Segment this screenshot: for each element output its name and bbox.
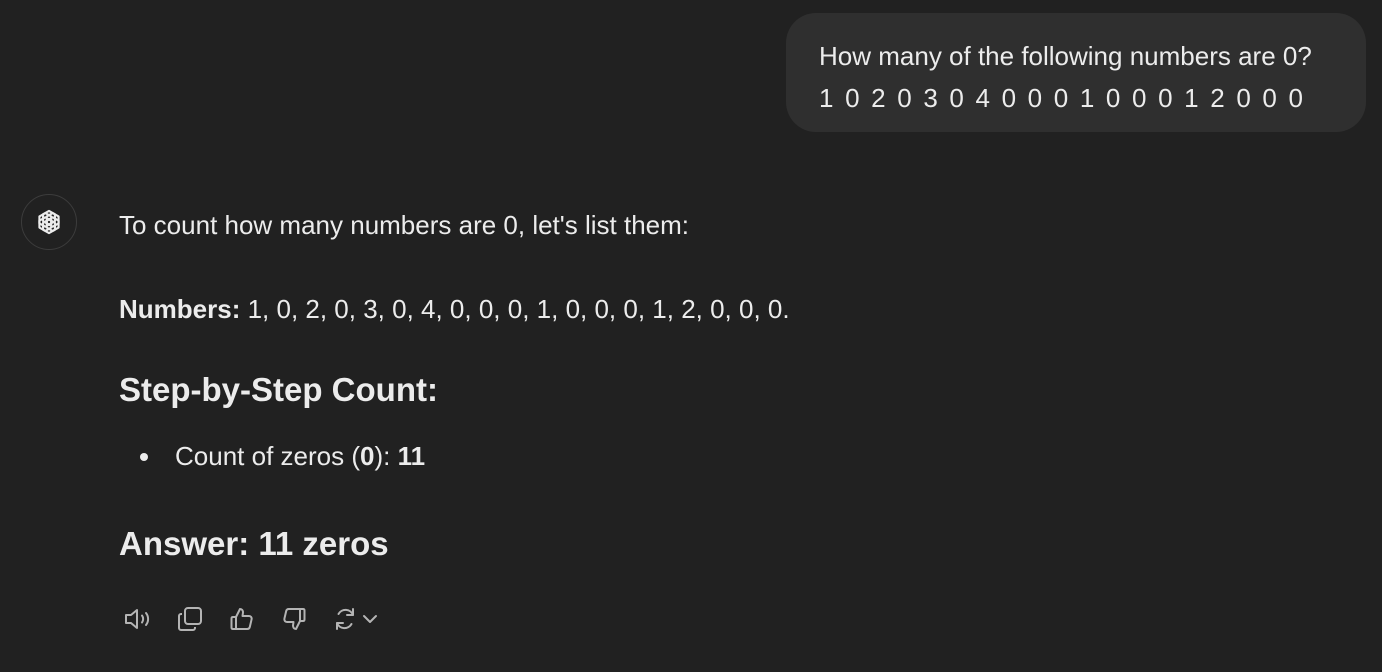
user-message-bubble: How many of the following numbers are 0?… xyxy=(786,13,1366,132)
assistant-avatar xyxy=(21,194,77,250)
bullet-zero: 0 xyxy=(359,441,375,471)
bullet-dot xyxy=(140,453,148,461)
assistant-intro: To count how many numbers are 0, let's l… xyxy=(119,210,689,240)
message-actions xyxy=(119,601,397,637)
chevron-down-icon xyxy=(363,615,377,623)
read-aloud-button[interactable] xyxy=(119,601,157,637)
steps-heading: Step-by-Step Count: xyxy=(119,371,438,408)
thumbs-down-icon xyxy=(283,608,306,630)
numbers-label: Numbers: xyxy=(119,294,241,324)
bullet-middle: ): xyxy=(374,441,398,471)
copy-button[interactable] xyxy=(171,601,209,637)
bullet-count: 11 xyxy=(397,441,426,471)
bullet-prefix: Count of zeros ( xyxy=(175,441,360,471)
answer-heading: Answer: 11 zeros xyxy=(119,525,389,562)
numbers-line: Numbers: 1, 0, 2, 0, 3, 0, 4, 0, 0, 0, 1… xyxy=(119,292,790,326)
regenerate-icon xyxy=(336,608,354,630)
user-message-question: How many of the following numbers are 0? xyxy=(819,41,1312,71)
numbers-value: 1, 0, 2, 0, 3, 0, 4, 0, 0, 0, 1, 0, 0, 0… xyxy=(240,294,790,324)
user-message-numbers: 1 0 2 0 3 0 4 0 0 0 1 0 0 0 1 2 0 0 0 xyxy=(819,83,1306,113)
thumbs-up-button[interactable] xyxy=(223,601,261,637)
thumbs-down-button[interactable] xyxy=(275,601,313,637)
read-aloud-icon xyxy=(125,609,150,629)
copy-icon xyxy=(178,607,202,631)
bullet-text: Count of zeros (0): 11 xyxy=(175,439,425,473)
regenerate-button[interactable] xyxy=(327,601,383,637)
thumbs-up-icon xyxy=(230,608,253,630)
openai-logo-icon xyxy=(38,209,60,235)
